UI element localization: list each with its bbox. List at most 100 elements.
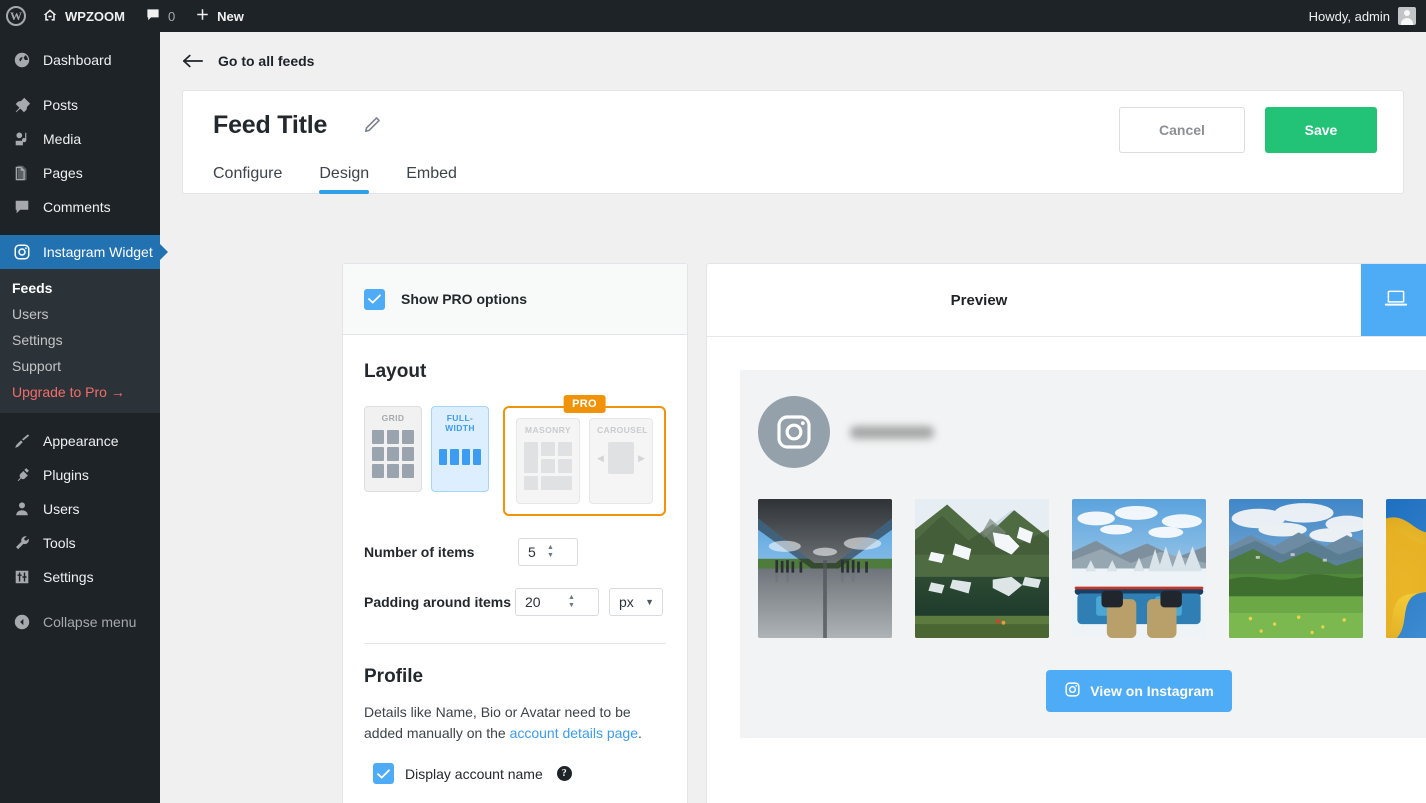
home-icon xyxy=(42,7,58,26)
cancel-button[interactable]: Cancel xyxy=(1119,107,1245,153)
display-account-name-row[interactable]: Display account name ? xyxy=(364,763,666,784)
sidebar-item-label: Media xyxy=(43,131,82,147)
collapse-arrow-icon xyxy=(12,612,32,632)
sidebar-item-dashboard[interactable]: Dashboard xyxy=(0,43,160,77)
instagram-tile[interactable] xyxy=(1386,499,1426,638)
tab-configure[interactable]: Configure xyxy=(213,165,282,194)
padding-stepper[interactable]: ▲▼ xyxy=(515,588,600,616)
padding-unit-value: px xyxy=(619,594,634,610)
layout-option-caption: GRID xyxy=(381,413,405,423)
instagram-icon xyxy=(758,396,830,468)
sidebar-item-label: Users xyxy=(43,501,80,517)
comment-bubble-icon xyxy=(145,7,161,26)
padding-input[interactable] xyxy=(516,589,565,615)
padding-unit-select[interactable]: px ▼ xyxy=(609,588,664,616)
photo-autumn-tree xyxy=(1386,499,1426,638)
stepper-arrows-icon[interactable]: ▲ ▼ xyxy=(543,544,561,559)
number-of-items-input[interactable] xyxy=(519,539,543,565)
sidebar-subitem-users[interactable]: Users xyxy=(0,301,160,327)
show-pro-options-row[interactable]: Show PRO options xyxy=(343,264,687,335)
sidebar-subitem-feeds[interactable]: Feeds xyxy=(0,275,160,301)
tab-design[interactable]: Design xyxy=(319,165,369,194)
carousel-slide xyxy=(607,442,635,474)
account-details-page-link[interactable]: account details page xyxy=(510,725,638,741)
number-of-items-stepper[interactable]: ▲▼ xyxy=(518,538,578,566)
pages-icon xyxy=(12,163,32,183)
layout-option-grid[interactable]: GRID xyxy=(364,406,422,492)
layout-option-caption: MASONRY xyxy=(525,425,571,435)
sidebar-item-label: Plugins xyxy=(43,467,89,483)
display-account-name-checkbox[interactable] xyxy=(373,763,394,784)
help-circle-icon[interactable]: ? xyxy=(556,766,572,781)
collapse-menu-button[interactable]: Collapse menu xyxy=(0,605,160,639)
howdy-label: Howdy, admin xyxy=(1308,8,1390,24)
device-toggle-group xyxy=(1361,264,1426,336)
tab-embed[interactable]: Embed xyxy=(406,165,457,194)
padding-around-items-row: Padding around items ▲▼ px ▼ xyxy=(364,588,666,616)
sidebar-item-comments[interactable]: Comments xyxy=(0,190,160,224)
new-content-button[interactable]: New xyxy=(185,0,254,32)
instagram-feed-preview: View on Instagram xyxy=(740,370,1426,738)
chevron-right-icon: ▶ xyxy=(638,452,645,463)
profile-description-period: . xyxy=(638,725,642,741)
pro-badge: PRO xyxy=(563,395,606,413)
laptop-icon xyxy=(1383,286,1409,315)
section-divider xyxy=(364,643,666,644)
sidebar-subitem-support[interactable]: Support xyxy=(0,353,160,379)
instagram-icon xyxy=(1064,681,1081,701)
sidebar-item-posts[interactable]: Posts xyxy=(0,88,160,122)
wordpress-logo-icon: W xyxy=(6,6,26,26)
design-settings-panel: Show PRO options Layout GRID FULL-WIDTH xyxy=(342,263,688,803)
sidebar-item-settings[interactable]: Settings xyxy=(0,560,160,594)
preview-panel: Preview View on Instagram xyxy=(706,263,1426,803)
comments-button[interactable]: 0 xyxy=(135,0,185,32)
sidebar-item-plugins[interactable]: Plugins xyxy=(0,458,160,492)
comment-bubble-icon xyxy=(12,197,32,217)
layout-section-title: Layout xyxy=(364,361,427,382)
save-button[interactable]: Save xyxy=(1265,107,1377,153)
chevron-down-icon: ▼ xyxy=(645,597,655,607)
layout-option-masonry[interactable]: MASONRY xyxy=(516,418,580,504)
sidebar-item-instagram-widget[interactable]: Instagram Widget xyxy=(0,235,160,269)
sidebar-item-label: Instagram Widget xyxy=(43,244,153,260)
sidebar-item-label: Pages xyxy=(43,165,83,181)
sidebar-submenu: Feeds Users Settings Support Upgrade to … xyxy=(0,269,160,413)
avatar[interactable] xyxy=(1398,7,1416,25)
site-name-label: WPZOOM xyxy=(65,8,125,24)
view-on-instagram-button[interactable]: View on Instagram xyxy=(1046,670,1232,712)
pro-layouts-group: PRO MASONRY CAROUSEL ◀ ▶ xyxy=(503,395,666,516)
instagram-tile[interactable] xyxy=(1072,499,1206,638)
sidebar-item-users[interactable]: Users xyxy=(0,492,160,526)
go-to-all-feeds-link[interactable]: Go to all feeds xyxy=(160,32,1426,90)
instagram-tile[interactable] xyxy=(915,499,1049,638)
instagram-tile[interactable] xyxy=(758,499,892,638)
collapse-menu-label: Collapse menu xyxy=(43,614,137,630)
wordpress-logo-button[interactable]: W xyxy=(0,0,32,32)
display-account-name-label: Display account name xyxy=(405,765,543,782)
sidebar-item-appearance[interactable]: Appearance xyxy=(0,424,160,458)
sidebar-subitem-settings[interactable]: Settings xyxy=(0,327,160,353)
new-label: New xyxy=(217,8,244,24)
device-button-desktop[interactable] xyxy=(1361,264,1426,336)
layout-option-caption: CAROUSEL xyxy=(597,425,648,435)
instagram-tile[interactable] xyxy=(1229,499,1363,638)
layout-option-full-width[interactable]: FULL-WIDTH xyxy=(431,406,489,492)
arrow-left-icon xyxy=(182,52,204,70)
layout-option-carousel[interactable]: CAROUSEL ◀ ▶ xyxy=(589,418,653,504)
sidebar-subitem-upgrade-to-pro[interactable]: Upgrade to Pro → xyxy=(0,379,160,405)
masonry-thumbnail-icon xyxy=(524,442,572,490)
page-title: Feed Title xyxy=(213,111,328,139)
show-pro-options-checkbox[interactable] xyxy=(364,288,385,310)
preview-body: View on Instagram xyxy=(707,337,1426,738)
sidebar-item-media[interactable]: Media xyxy=(0,122,160,156)
sidebar-item-label: Settings xyxy=(43,569,94,585)
grid-thumbnail-icon xyxy=(372,430,414,478)
pencil-icon[interactable] xyxy=(361,114,383,136)
site-name-button[interactable]: WPZOOM xyxy=(32,0,135,32)
sidebar-item-pages[interactable]: Pages xyxy=(0,156,160,190)
sidebar-item-tools[interactable]: Tools xyxy=(0,526,160,560)
stepper-arrows-icon[interactable]: ▲ ▼ xyxy=(564,594,582,609)
